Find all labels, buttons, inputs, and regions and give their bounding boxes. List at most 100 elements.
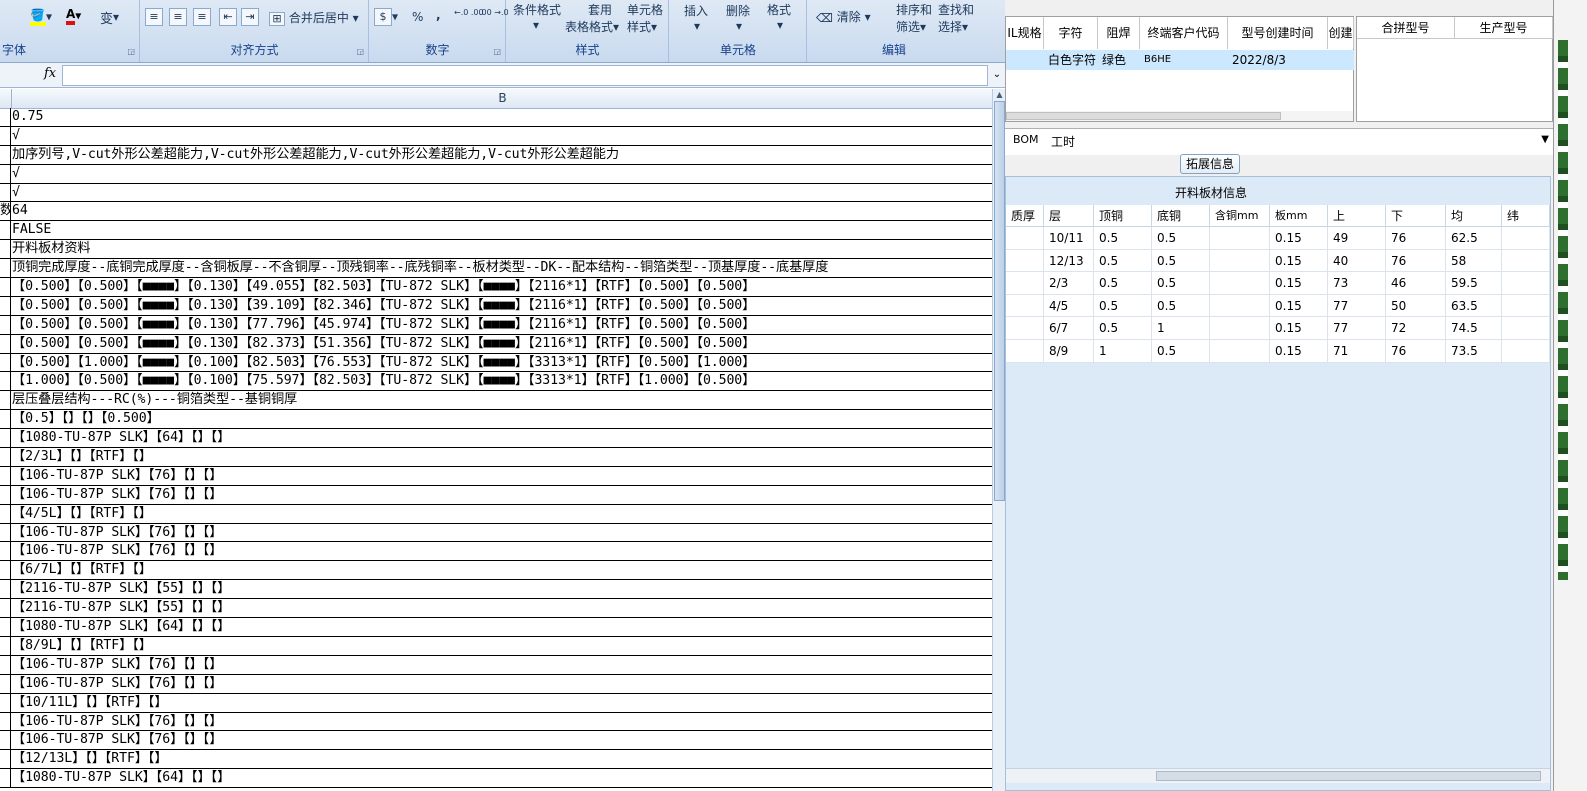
cell-b[interactable]: 【106-TU-87P SLK】【76】【】【】: [12, 731, 992, 749]
align-left-button[interactable]: ≡: [145, 8, 163, 26]
column-header[interactable]: 底铜: [1152, 205, 1210, 227]
cell-b[interactable]: 【6/7L】【】【RTF】【】: [12, 561, 992, 579]
cell-a[interactable]: [0, 259, 11, 278]
cell-a[interactable]: [0, 296, 11, 315]
column-header[interactable]: 层: [1044, 205, 1094, 227]
formula-input[interactable]: [62, 65, 988, 86]
table-cell[interactable]: 1: [1152, 317, 1210, 340]
table-row[interactable]: 8/9 1 0.5 0.15 71 76 73.5: [1006, 340, 1550, 363]
cell-a[interactable]: [0, 655, 11, 674]
column-header[interactable]: 字符: [1044, 17, 1098, 49]
table-cell[interactable]: [1502, 317, 1550, 340]
cell-b[interactable]: 【2116-TU-87P SLK】【55】【】【】: [12, 599, 992, 617]
table-cell[interactable]: 77: [1328, 317, 1386, 340]
column-header[interactable]: 合拼型号: [1357, 17, 1455, 39]
table-cell[interactable]: 63.5: [1446, 294, 1502, 318]
table-cell[interactable]: [1006, 294, 1044, 318]
cell-a[interactable]: [0, 240, 11, 259]
table-row[interactable]: 2/3 0.5 0.5 0.15 73 46 59.5: [1006, 272, 1550, 295]
cell-a[interactable]: [0, 278, 11, 296]
cell-a[interactable]: [0, 183, 11, 202]
cell-b[interactable]: √: [12, 165, 992, 183]
find-select-button[interactable]: 查找和 选择▾: [938, 1, 974, 35]
table-cell[interactable]: 0.15: [1270, 272, 1328, 295]
table-format-button[interactable]: 套用 表格格式▾: [565, 1, 619, 35]
decrease-indent-button[interactable]: ⇤: [219, 8, 237, 26]
table-cell[interactable]: 0.5: [1094, 249, 1152, 273]
decrease-decimal-button[interactable]: .00 →.0: [479, 8, 509, 17]
column-header[interactable]: 生产型号: [1455, 17, 1553, 39]
grid-cell[interactable]: 白色字符: [1048, 50, 1102, 70]
cell-a[interactable]: [0, 466, 11, 485]
dialog-launcher-icon[interactable]: ◲: [127, 47, 135, 56]
percent-button[interactable]: %: [412, 10, 423, 24]
table-cell[interactable]: [1006, 340, 1044, 363]
table-cell[interactable]: [1210, 340, 1270, 363]
table-cell[interactable]: 4/5: [1044, 294, 1094, 318]
table-cell[interactable]: 49: [1328, 227, 1386, 250]
cell-b[interactable]: 【2116-TU-87P SLK】【55】【】【】: [12, 580, 992, 598]
table-cell[interactable]: 0.5: [1094, 294, 1152, 318]
column-header[interactable]: 创建: [1328, 17, 1354, 49]
format-button[interactable]: 格式 ▾: [767, 1, 791, 32]
column-header-b[interactable]: B: [11, 89, 993, 108]
cell-b[interactable]: 【2/3L】【】【RTF】【】: [12, 448, 992, 466]
cell-a[interactable]: [0, 485, 11, 504]
table-cell[interactable]: [1210, 272, 1270, 295]
cell-a[interactable]: [0, 542, 11, 561]
cell-a[interactable]: [0, 674, 11, 693]
grid-cell[interactable]: [1010, 50, 1048, 70]
table-cell[interactable]: [1210, 227, 1270, 250]
table-cell[interactable]: 73.5: [1446, 340, 1502, 363]
cell-b[interactable]: 【12/13L】【】【RTF】【】: [12, 750, 992, 768]
table-cell[interactable]: 59.5: [1446, 272, 1502, 295]
table-cell[interactable]: 0.5: [1152, 340, 1210, 363]
cell-b[interactable]: 【1080-TU-87P SLK】【64】【】【】: [12, 769, 992, 787]
horizontal-scrollbar[interactable]: [1006, 768, 1550, 783]
cell-a[interactable]: 数: [0, 202, 11, 221]
table-cell[interactable]: [1502, 249, 1550, 273]
expand-formula-icon[interactable]: ⌄: [990, 66, 1004, 84]
cell-a[interactable]: [0, 561, 11, 580]
cell-b[interactable]: 【0.500】【0.500】【■■■■】【0.130】【39.109】【82.3…: [12, 297, 992, 315]
scroll-up-icon[interactable]: ▲: [993, 89, 1005, 100]
column-header[interactable]: 上: [1328, 205, 1386, 227]
dialog-launcher-icon[interactable]: ◲: [356, 47, 364, 56]
cell-b[interactable]: 【10/11L】【】【RTF】【】: [12, 694, 992, 712]
table-cell[interactable]: 0.5: [1094, 227, 1152, 250]
table-cell[interactable]: 76: [1386, 340, 1446, 363]
cell-a[interactable]: [0, 750, 11, 769]
cell-a[interactable]: [0, 221, 11, 240]
cell-a[interactable]: [0, 636, 11, 655]
merge-center-button[interactable]: ⊞ 合并后居中 ▾: [269, 9, 359, 26]
table-cell[interactable]: 58: [1446, 249, 1502, 273]
cell-b[interactable]: 【1.000】【0.500】【■■■■】【0.100】【75.597】【82.5…: [12, 372, 992, 390]
table-cell[interactable]: [1006, 317, 1044, 340]
column-header[interactable]: 型号创建时间: [1228, 17, 1328, 49]
cell-b[interactable]: 64: [12, 202, 992, 220]
table-cell[interactable]: 72: [1386, 317, 1446, 340]
increase-decimal-button[interactable]: ←.0 .00: [454, 8, 484, 17]
cell-b[interactable]: 【4/5L】【】【RTF】【】: [12, 505, 992, 523]
table-cell[interactable]: 71: [1328, 340, 1386, 363]
insert-button[interactable]: 插入 ▾: [684, 2, 708, 33]
table-cell[interactable]: [1006, 249, 1044, 273]
align-center-button[interactable]: ≡: [169, 8, 187, 26]
table-cell[interactable]: 46: [1386, 272, 1446, 295]
table-row[interactable]: 6/7 0.5 1 0.15 77 72 74.5: [1006, 317, 1550, 340]
grid-cell[interactable]: B6HE: [1144, 50, 1232, 70]
column-header[interactable]: 板mm: [1270, 205, 1328, 227]
currency-button[interactable]: $ ▾: [374, 8, 398, 26]
table-cell[interactable]: 8/9: [1044, 340, 1094, 363]
table-cell[interactable]: [1502, 227, 1550, 250]
cell-style-button[interactable]: 单元格 样式▾: [627, 1, 663, 35]
cell-b[interactable]: 加序列号,V-cut外形公差超能力,V-cut外形公差超能力,V-cut外形公差…: [12, 146, 992, 164]
table-cell[interactable]: 0.5: [1152, 249, 1210, 273]
cell-b[interactable]: 【0.500】【1.000】【■■■■】【0.100】【82.503】【76.5…: [12, 354, 992, 372]
cell-a[interactable]: [0, 108, 11, 126]
column-header[interactable]: 含铜mm: [1210, 205, 1270, 227]
table-cell[interactable]: 0.15: [1270, 227, 1328, 250]
cell-b[interactable]: 【0.500】【0.500】【■■■■】【0.130】【77.796】【45.9…: [12, 316, 992, 334]
table-cell[interactable]: [1006, 272, 1044, 295]
cell-a[interactable]: [0, 599, 11, 618]
